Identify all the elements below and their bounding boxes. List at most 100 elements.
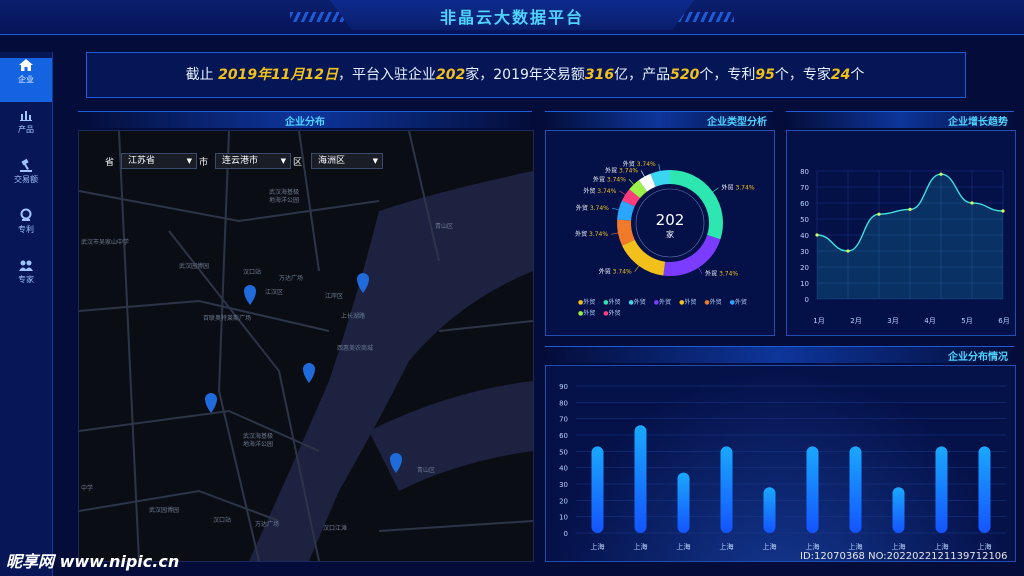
donut-label-leader bbox=[628, 179, 634, 185]
donut-slice-label: 外贸 3.74% bbox=[593, 175, 626, 183]
page-title: 非晶云大数据平台 bbox=[439, 8, 584, 27]
donut-slice-label: 外贸 3.74% bbox=[575, 230, 608, 238]
river-shape bbox=[249, 171, 533, 561]
x-tick-label: 上海 bbox=[935, 542, 949, 551]
watermark-site: 昵享网 www.nipic.cn bbox=[6, 552, 180, 571]
summary-prefix: 截止 bbox=[185, 67, 219, 83]
donut-panel-title: 企业类型分析 bbox=[707, 117, 767, 128]
donut-label-leader bbox=[619, 190, 626, 195]
map-panel-title: 企业分布 bbox=[285, 117, 325, 128]
sidebar: 企业 产品 交易额 专利 专家 bbox=[0, 52, 53, 576]
summary-patents: 95 bbox=[755, 67, 775, 83]
donut-slice bbox=[650, 170, 671, 187]
y-tick-label: 90 bbox=[559, 383, 568, 391]
donut-slice bbox=[622, 239, 666, 276]
map-place-label: 上长湖路 bbox=[341, 313, 366, 320]
sidebar-item-company[interactable]: 企业 bbox=[0, 58, 52, 102]
summary-text: 截止 2019年11月12日，平台入驻企业202家，2019年交易额316亿，产… bbox=[86, 64, 964, 84]
bar bbox=[892, 487, 905, 533]
bar-chart-icon bbox=[20, 111, 32, 121]
province-select[interactable]: 江苏省 ▼ bbox=[121, 153, 197, 169]
sidebar-item-patent[interactable]: 专利 bbox=[0, 208, 52, 252]
donut-label-leader bbox=[658, 164, 661, 171]
y-tick-label: 50 bbox=[559, 448, 568, 456]
sidebar-item-label: 交易额 bbox=[14, 175, 38, 184]
city-select[interactable]: 连云港市 ▼ bbox=[215, 153, 291, 169]
legend-item: ●外贸 bbox=[729, 299, 747, 306]
map-place-label: 青山区 bbox=[435, 223, 454, 230]
x-tick-label: 上海 bbox=[849, 542, 863, 551]
y-tick-label: 40 bbox=[800, 232, 809, 240]
y-tick-label: 10 bbox=[559, 514, 568, 522]
hammer-icon bbox=[20, 158, 32, 172]
y-tick-label: 10 bbox=[800, 280, 809, 288]
x-tick-label: 上海 bbox=[763, 542, 777, 551]
donut-slice-label: 外贸 3.74% bbox=[576, 204, 609, 212]
map-place-label: 西惠美农商城 bbox=[337, 345, 374, 352]
bar-panel-title: 企业分布情况 bbox=[948, 352, 1008, 363]
y-tick-label: 60 bbox=[800, 200, 809, 208]
location-marker-icon bbox=[303, 363, 315, 383]
legend-label: 外贸 bbox=[608, 299, 621, 306]
bar bbox=[720, 446, 733, 533]
trend-panel-title: 企业增长趋势 bbox=[948, 117, 1008, 128]
donut-center-value: 202 bbox=[655, 211, 685, 229]
donut-slice-label: 外贸 3.74% bbox=[583, 187, 616, 195]
x-tick-label: 2月 bbox=[850, 317, 861, 325]
line-point bbox=[846, 249, 850, 253]
x-tick-label: 3月 bbox=[887, 317, 898, 325]
donut-slice bbox=[617, 200, 635, 221]
y-tick-label: 30 bbox=[800, 248, 809, 256]
summary-text-part: 个 bbox=[850, 67, 865, 83]
map-view[interactable]: 武汉海基极 地海洋公园 武汉市吴家山中学 青山区 武汉园博园 汉口站 万达广场 … bbox=[78, 130, 534, 562]
bar bbox=[634, 425, 647, 533]
legend-item: ●外贸 bbox=[603, 299, 621, 306]
y-tick-label: 20 bbox=[559, 497, 568, 505]
y-tick-label: 0 bbox=[564, 530, 568, 538]
sidebar-item-label: 企业 bbox=[18, 75, 34, 84]
legend-item: ●外贸 bbox=[704, 299, 722, 306]
legend-label: 外贸 bbox=[684, 299, 697, 306]
y-tick-label: 0 bbox=[805, 296, 809, 304]
chevron-down-icon: ▼ bbox=[280, 157, 286, 165]
summary-text-part: 家，2019年交易额 bbox=[465, 67, 585, 83]
legend-label: 外贸 bbox=[709, 299, 722, 306]
city-label: 市 bbox=[199, 158, 209, 168]
summary-date: 2019年11月12日 bbox=[218, 67, 339, 83]
location-marker-icon bbox=[244, 285, 256, 305]
x-tick-label: 6月 bbox=[998, 317, 1009, 325]
location-marker-icon bbox=[205, 393, 217, 413]
map-place-label: 江岸区 bbox=[325, 293, 344, 300]
bar bbox=[978, 446, 991, 533]
x-tick-label: 上海 bbox=[806, 542, 820, 551]
y-tick-label: 80 bbox=[800, 168, 809, 176]
sidebar-item-product[interactable]: 产品 bbox=[0, 108, 52, 152]
sidebar-item-volume[interactable]: 交易额 bbox=[0, 158, 52, 202]
map-place-label: 武汉市吴家山中学 bbox=[81, 239, 130, 246]
donut-slice bbox=[617, 219, 635, 246]
donut-slice-label: 外贸 3.74% bbox=[705, 270, 738, 278]
donut-slice bbox=[663, 234, 721, 276]
y-tick-label: 80 bbox=[559, 399, 568, 407]
legend-item: ●外贸 bbox=[578, 299, 596, 306]
bar bbox=[677, 472, 690, 533]
donut-slice-label: 外贸 3.74% bbox=[623, 160, 656, 168]
donut-legend: ●外贸 ●外贸 ●外贸 ●外贸 ●外贸 ●外贸 ●外贸 ●外贸 ●外贸 bbox=[578, 297, 768, 317]
summary-text-part: 亿，产品 bbox=[614, 67, 671, 83]
legend-label: 外贸 bbox=[583, 299, 596, 306]
x-tick-label: 上海 bbox=[591, 542, 605, 551]
x-tick-label: 上海 bbox=[677, 542, 691, 551]
district-select[interactable]: 海洲区 ▼ bbox=[311, 153, 383, 169]
legend-label: 外贸 bbox=[608, 310, 621, 317]
district-value: 海洲区 bbox=[318, 156, 346, 166]
city-value: 连云港市 bbox=[222, 156, 259, 166]
bar bbox=[849, 446, 862, 533]
sidebar-item-expert[interactable]: 专家 bbox=[0, 258, 52, 302]
summary-text-part: 个，专家 bbox=[774, 67, 831, 83]
line-point bbox=[970, 201, 974, 205]
x-tick-label: 上海 bbox=[892, 542, 906, 551]
line-point bbox=[1001, 209, 1005, 213]
donut-slice-label: 外贸 3.74% bbox=[722, 184, 755, 192]
donut-label-leader bbox=[611, 232, 618, 235]
y-tick-label: 60 bbox=[559, 432, 568, 440]
